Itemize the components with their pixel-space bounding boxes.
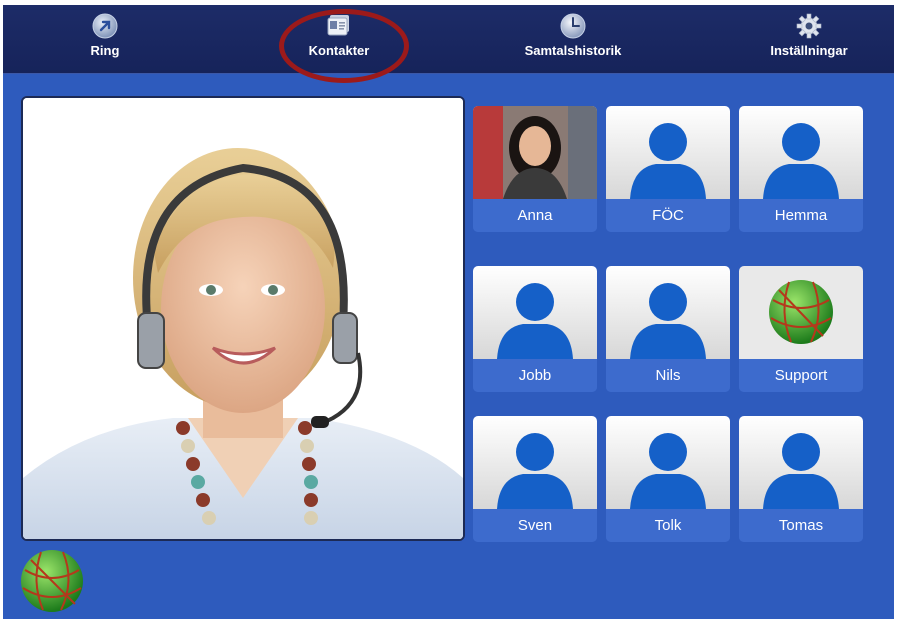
contact-name: Support [739, 359, 863, 392]
contact-name: Anna [473, 199, 597, 232]
person-silhouette-icon [763, 433, 839, 509]
contact-name: Nils [606, 359, 730, 392]
nav-ring[interactable]: Ring [25, 13, 185, 71]
contact-name: FÖC [606, 199, 730, 232]
contact-avatar [739, 266, 863, 359]
globe-button-icon[interactable] [19, 548, 85, 614]
contact-tile-hemma[interactable]: Hemma [739, 106, 863, 232]
video-preview [21, 96, 465, 541]
person-silhouette-icon [630, 433, 706, 509]
nav-contacts[interactable]: Kontakter [259, 13, 419, 71]
contact-name: Sven [473, 509, 597, 542]
contact-tile-sven[interactable]: Sven [473, 416, 597, 542]
clock-icon [560, 13, 586, 39]
contact-avatar [606, 416, 730, 509]
contacts-icon [327, 15, 349, 36]
contact-tile-support[interactable]: Support [739, 266, 863, 392]
caller-photo [23, 98, 463, 539]
nav-ring-label: Ring [90, 43, 120, 58]
contact-avatar [606, 106, 730, 199]
globe-icon [769, 280, 833, 344]
contact-tile-jobb[interactable]: Jobb [473, 266, 597, 392]
top-navigation-bar: Ring Kontakter Samtalshistorik Inställni… [3, 5, 894, 83]
person-silhouette-icon [630, 283, 706, 359]
nav-settings-label: Inställningar [770, 43, 848, 58]
contact-photo [473, 106, 597, 199]
contact-tile-foc[interactable]: FÖC [606, 106, 730, 232]
contact-avatar [739, 106, 863, 199]
anna-photo [473, 106, 597, 199]
person-silhouette-icon [497, 283, 573, 359]
person-silhouette-icon [497, 433, 573, 509]
contact-avatar [473, 266, 597, 359]
contact-tile-anna[interactable]: Anna [473, 106, 597, 232]
contact-name: Jobb [473, 359, 597, 392]
app-window: Ring Kontakter Samtalshistorik Inställni… [3, 5, 894, 619]
gear-icon [796, 13, 822, 39]
nav-call-history[interactable]: Samtalshistorik [493, 13, 653, 71]
ring-icon [92, 13, 118, 39]
person-silhouette-icon [630, 123, 706, 199]
contact-avatar [473, 416, 597, 509]
person-silhouette-icon [763, 123, 839, 199]
contact-tile-tolk[interactable]: Tolk [606, 416, 730, 542]
contact-name: Tolk [606, 509, 730, 542]
contact-tile-tomas[interactable]: Tomas [739, 416, 863, 542]
nav-settings[interactable]: Inställningar [729, 13, 889, 71]
nav-contacts-label: Kontakter [308, 43, 370, 58]
contact-avatar [739, 416, 863, 509]
nav-call-history-label: Samtalshistorik [524, 43, 622, 58]
contact-avatar [606, 266, 730, 359]
contact-name: Tomas [739, 509, 863, 542]
contact-name: Hemma [739, 199, 863, 232]
contact-tile-nils[interactable]: Nils [606, 266, 730, 392]
